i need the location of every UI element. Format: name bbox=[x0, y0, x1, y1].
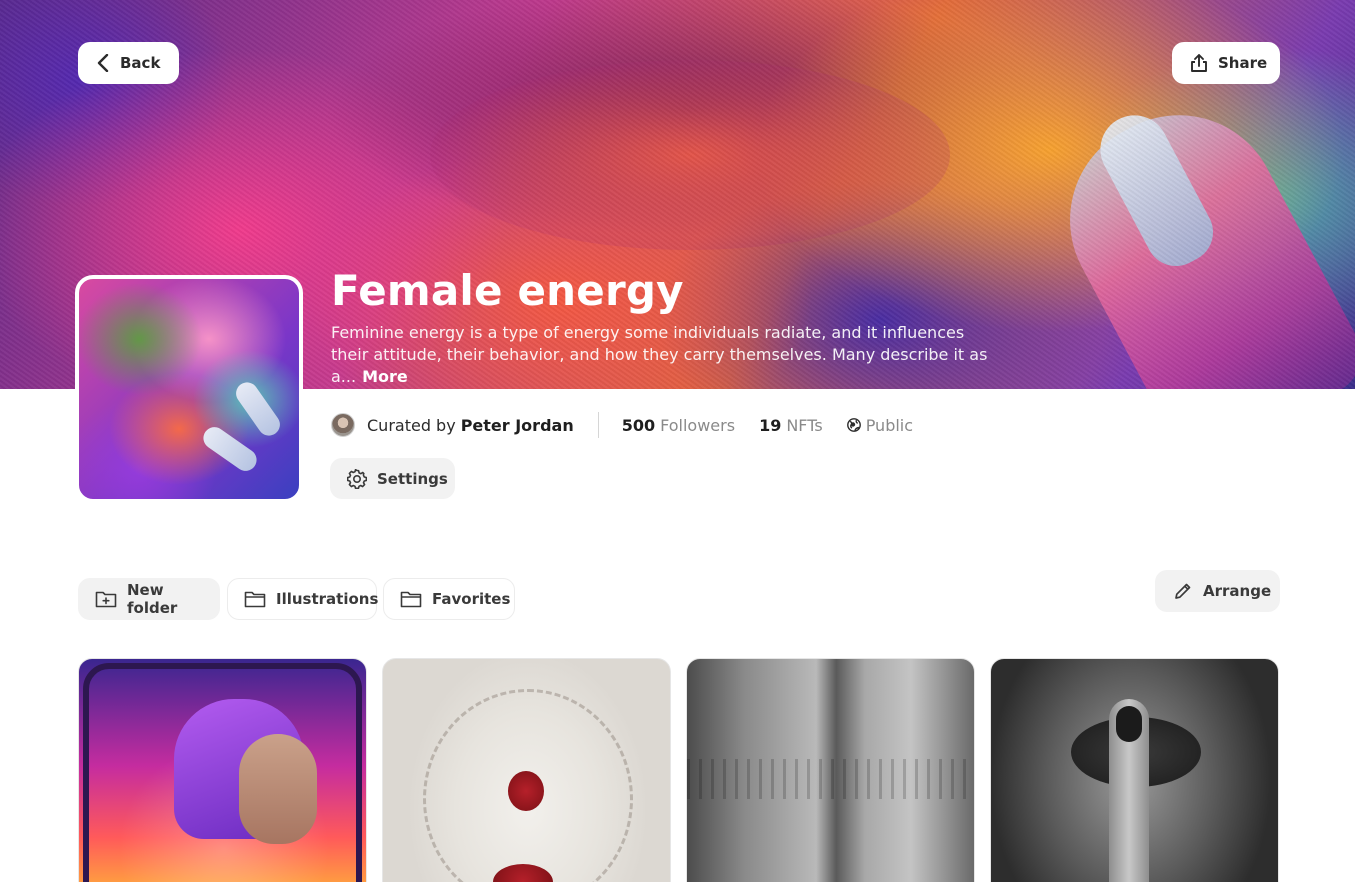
nft-art-frame bbox=[83, 663, 362, 882]
curator-avatar[interactable] bbox=[331, 413, 355, 437]
nft-card[interactable] bbox=[990, 658, 1279, 882]
folder-icon bbox=[400, 590, 422, 608]
curator-name[interactable]: Peter Jordan bbox=[461, 416, 574, 435]
cover-art-nail bbox=[231, 378, 285, 440]
gear-icon bbox=[347, 468, 367, 489]
folder-illustrations[interactable]: Illustrations bbox=[227, 578, 379, 620]
share-button[interactable]: Share bbox=[1172, 42, 1280, 84]
new-folder-label: New folder bbox=[127, 581, 178, 617]
meta-divider bbox=[597, 412, 599, 438]
visibility-label: Public bbox=[865, 415, 914, 435]
description-text: Feminine energy is a type of energy some… bbox=[331, 323, 988, 386]
back-button[interactable]: Back bbox=[78, 42, 179, 84]
followers-stat[interactable]: 500 Followers bbox=[622, 416, 735, 435]
collection-meta: Curated by Peter Jordan 500 Followers 19 N… bbox=[331, 411, 913, 439]
followers-label: Followers bbox=[660, 415, 736, 435]
nft-card[interactable] bbox=[382, 658, 671, 882]
collection-cover-image bbox=[75, 275, 303, 503]
nft-art-flower bbox=[508, 771, 544, 811]
settings-button[interactable]: Settings bbox=[330, 458, 455, 499]
folder-icon bbox=[244, 590, 266, 608]
folder-plus-icon bbox=[95, 590, 117, 608]
share-label: Share bbox=[1218, 54, 1268, 72]
nfts-label: NFTs bbox=[786, 415, 823, 435]
nfts-stat: 19 NFTs bbox=[759, 416, 823, 435]
curated-by-label: Curated by bbox=[367, 415, 456, 435]
back-label: Back bbox=[120, 54, 161, 72]
nfts-count: 19 bbox=[759, 415, 782, 435]
followers-count: 500 bbox=[621, 415, 656, 435]
globe-icon bbox=[846, 418, 861, 432]
pencil-icon bbox=[1173, 581, 1193, 601]
settings-label: Settings bbox=[377, 469, 448, 488]
cover-art-nail bbox=[199, 422, 261, 476]
nft-card[interactable] bbox=[78, 658, 367, 882]
arrange-label: Arrange bbox=[1203, 582, 1272, 600]
folder-label: Illustrations bbox=[276, 590, 379, 608]
new-folder-button[interactable]: New folder bbox=[78, 578, 220, 620]
more-link[interactable]: More bbox=[362, 367, 408, 386]
arrange-button[interactable]: Arrange bbox=[1155, 570, 1280, 612]
chevron-left-icon bbox=[96, 54, 110, 72]
folder-favorites[interactable]: Favorites bbox=[383, 578, 515, 620]
nft-art-texture bbox=[687, 759, 974, 799]
nft-art-nail bbox=[1116, 706, 1142, 742]
folder-label: Favorites bbox=[432, 590, 511, 608]
collection-description: Feminine energy is a type of energy some… bbox=[331, 322, 991, 388]
share-icon bbox=[1190, 53, 1208, 73]
collection-title: Female energy bbox=[331, 266, 684, 315]
nft-card[interactable] bbox=[686, 658, 975, 882]
